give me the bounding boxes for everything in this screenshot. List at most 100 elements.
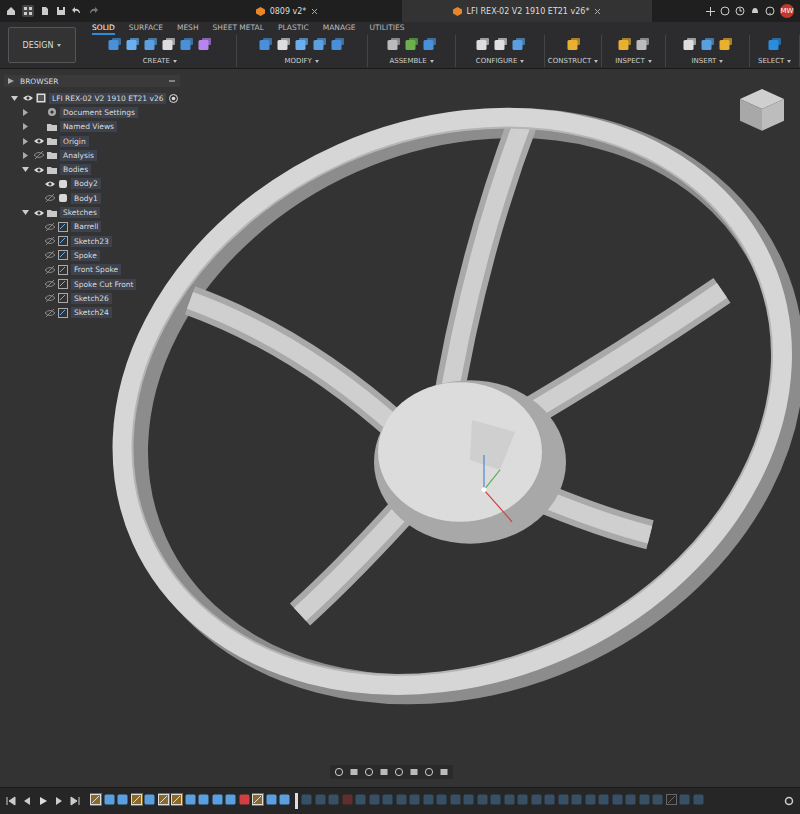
tool-group[interactable]: ASSEMBLE <box>368 35 457 67</box>
timeline-feature-icon[interactable] <box>301 793 313 806</box>
home-icon[interactable] <box>6 6 16 16</box>
item-label[interactable]: Document Settings <box>60 107 138 118</box>
timeline-feature-icon[interactable] <box>315 793 327 806</box>
tool-icon[interactable] <box>125 37 140 52</box>
eye-icon[interactable] <box>45 280 55 288</box>
ribbon-tab[interactable]: SHEET METAL <box>213 23 264 35</box>
item-label[interactable]: Spoke Cut Front <box>71 279 136 290</box>
eye-icon[interactable] <box>45 237 55 245</box>
tree-item[interactable]: Sketch24 <box>4 305 180 319</box>
timeline-feature-icon[interactable] <box>328 793 340 806</box>
activate-icon[interactable] <box>169 94 178 103</box>
tree-item[interactable]: Barrell <box>4 220 180 234</box>
tool-icon[interactable] <box>330 37 345 52</box>
item-label[interactable]: Origin <box>60 136 89 147</box>
item-label[interactable]: Sketch23 <box>71 236 112 247</box>
timeline-feature-icon[interactable] <box>585 793 597 806</box>
look-at-icon[interactable] <box>349 767 359 777</box>
tool-icon[interactable] <box>161 37 176 52</box>
group-label[interactable]: SELECT <box>758 57 784 65</box>
tool-icon[interactable] <box>294 37 309 52</box>
data-panel-icon[interactable] <box>22 5 34 17</box>
tree-item[interactable]: Front Spoke <box>4 263 180 277</box>
redo-icon[interactable] <box>88 6 98 16</box>
close-icon[interactable] <box>311 8 318 15</box>
timeline-sketch-icon[interactable] <box>131 793 143 806</box>
undo-icon[interactable] <box>72 6 82 16</box>
item-label[interactable]: Spoke <box>71 250 100 261</box>
group-label[interactable]: INSERT <box>692 57 717 65</box>
timeline-feature-icon[interactable] <box>279 793 291 806</box>
tree-item[interactable]: Body1 <box>4 191 180 205</box>
tree-item[interactable]: Spoke Cut Front <box>4 277 180 291</box>
expand-icon[interactable] <box>22 152 29 159</box>
tab-label[interactable]: 0809 v2* <box>270 7 307 16</box>
timeline-sketch-icon[interactable] <box>158 793 170 806</box>
timeline-sketch-icon[interactable] <box>171 793 183 806</box>
item-label[interactable]: Barrell <box>71 221 101 232</box>
timeline-feature-icon[interactable] <box>679 793 691 806</box>
timeline-feature-icon[interactable] <box>144 793 156 806</box>
viewport[interactable]: BROWSERLFI REX-02 V2 1910 ET21 v26Docume… <box>0 69 800 787</box>
tool-icon[interactable] <box>493 37 508 52</box>
tool-group[interactable]: INSPECT <box>602 35 665 67</box>
timeline-sketch-icon[interactable] <box>252 793 264 806</box>
tool-icon[interactable] <box>682 37 697 52</box>
timeline-feature-icon[interactable] <box>436 793 448 806</box>
eye-icon[interactable] <box>45 180 55 188</box>
timeline-feature-icon[interactable] <box>463 793 475 806</box>
tool-group[interactable]: INSERT <box>666 35 751 67</box>
group-label[interactable]: ASSEMBLE <box>389 57 426 65</box>
timeline-feature-icon[interactable] <box>266 793 278 806</box>
group-label[interactable]: CREATE <box>143 57 170 65</box>
eye-icon[interactable] <box>34 151 44 159</box>
timeline-feature-icon[interactable] <box>212 793 224 806</box>
tool-icon[interactable] <box>617 37 632 52</box>
user-avatar[interactable]: MW <box>780 4 794 18</box>
ribbon-tab[interactable]: SOLID <box>92 23 115 35</box>
eye-icon[interactable] <box>34 137 44 145</box>
tree-item[interactable]: Origin <box>4 134 180 148</box>
timeline-feature-icon[interactable] <box>639 793 651 806</box>
wheel-model-icon[interactable] <box>0 69 800 787</box>
item-label[interactable]: Named Views <box>60 121 117 132</box>
timeline-feature-icon[interactable] <box>450 793 462 806</box>
group-label[interactable]: CONFIGURE <box>476 57 518 65</box>
item-label[interactable]: Sketches <box>60 207 100 218</box>
document-tab[interactable]: 0809 v2* <box>172 0 402 22</box>
timeline-feature-icon[interactable] <box>409 793 421 806</box>
timeline-marker[interactable] <box>295 793 298 809</box>
tool-icon[interactable] <box>404 37 419 52</box>
timeline-feature-icon[interactable] <box>490 793 502 806</box>
tool-icon[interactable] <box>767 37 782 52</box>
help-icon[interactable] <box>765 6 775 16</box>
timeline-feature-icon[interactable] <box>517 793 529 806</box>
timeline-feature-icon[interactable] <box>544 793 556 806</box>
tool-icon[interactable] <box>635 37 650 52</box>
job-status-icon[interactable] <box>735 6 745 16</box>
tool-icon[interactable] <box>276 37 291 52</box>
tree-item[interactable]: Sketches <box>4 205 180 219</box>
eye-icon[interactable] <box>23 94 33 102</box>
group-label[interactable]: MODIFY <box>285 57 312 65</box>
tree-item[interactable]: Sketch26 <box>4 291 180 305</box>
tool-icon[interactable] <box>718 37 733 52</box>
eye-icon[interactable] <box>45 251 55 259</box>
timeline-feature-icon[interactable] <box>104 793 116 806</box>
tool-icon[interactable] <box>258 37 273 52</box>
timeline-feature-icon[interactable] <box>598 793 610 806</box>
timeline-feature-icon[interactable] <box>571 793 583 806</box>
new-tab-icon[interactable] <box>706 7 715 16</box>
item-label[interactable]: Sketch24 <box>71 307 112 318</box>
timeline-feature-icon[interactable] <box>504 793 516 806</box>
expand-icon[interactable] <box>22 123 29 130</box>
eye-icon[interactable] <box>45 294 55 302</box>
display-settings-icon[interactable] <box>409 767 419 777</box>
ribbon-tab[interactable]: MANAGE <box>323 23 356 35</box>
tool-icon[interactable] <box>143 37 158 52</box>
tool-icon[interactable] <box>511 37 526 52</box>
item-label[interactable]: Bodies <box>60 164 91 175</box>
fit-icon[interactable] <box>394 767 404 777</box>
ribbon-tab[interactable]: UTILITIES <box>369 23 404 35</box>
go-to-end-icon[interactable] <box>70 796 80 806</box>
